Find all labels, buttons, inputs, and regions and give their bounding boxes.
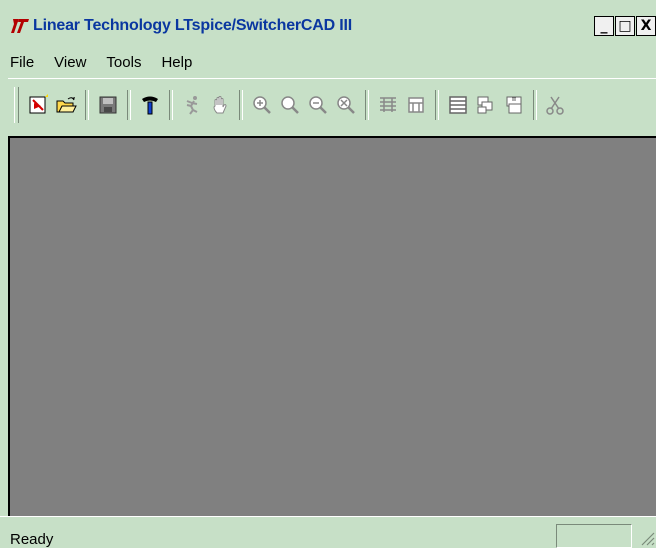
zoom-out-button[interactable] xyxy=(306,93,330,117)
tile-vertical-icon xyxy=(408,97,424,113)
toolbar-separator xyxy=(435,90,439,120)
toolbar-separator xyxy=(365,90,369,120)
cascade-windows-icon xyxy=(449,96,467,114)
menu-help[interactable]: Help xyxy=(159,54,194,71)
close-icon: X xyxy=(640,18,652,34)
toolbar-separator xyxy=(239,90,243,120)
arrange-icons-icon xyxy=(477,96,493,114)
mdi-client-area[interactable] xyxy=(8,136,656,516)
tile-horizontal-icon xyxy=(380,97,396,112)
run-icon xyxy=(186,96,198,115)
status-text: Ready xyxy=(10,531,54,548)
cut-icon xyxy=(546,96,564,115)
zoom-fit-icon xyxy=(337,96,355,114)
toolbar-separator xyxy=(85,90,89,120)
window-controls: _ □ X xyxy=(594,16,656,36)
cut-button[interactable] xyxy=(544,93,568,117)
toolbar-separator xyxy=(169,90,173,120)
maximize-icon: □ xyxy=(618,18,632,34)
zoom-area-button[interactable] xyxy=(278,93,302,117)
maximize-button[interactable]: □ xyxy=(615,16,635,36)
menu-view[interactable]: View xyxy=(52,54,88,71)
cascade-windows-button[interactable] xyxy=(446,93,470,117)
save-icon xyxy=(99,96,117,114)
toolbar-separator xyxy=(127,90,131,120)
zoom-in-button[interactable] xyxy=(250,93,274,117)
zoom-out-icon xyxy=(309,96,327,114)
zoom-in-icon xyxy=(253,96,271,114)
menu-tools[interactable]: Tools xyxy=(104,54,143,71)
tile-horizontal-button[interactable] xyxy=(376,93,400,117)
open-button[interactable] xyxy=(54,93,78,117)
close-all-icon xyxy=(506,96,522,114)
pan-hand-icon xyxy=(213,96,227,114)
resize-grip-icon[interactable] xyxy=(638,529,656,547)
tile-vertical-button[interactable] xyxy=(404,93,428,117)
minimize-icon: _ xyxy=(600,18,608,34)
control-panel-button[interactable] xyxy=(138,93,162,117)
lt-logo-icon xyxy=(10,16,30,36)
save-button[interactable] xyxy=(96,93,120,117)
new-schematic-button[interactable] xyxy=(26,93,50,117)
status-bar: Ready xyxy=(0,516,656,548)
open-folder-icon xyxy=(56,97,77,113)
window-title: Linear Technology LTspice/SwitcherCAD II… xyxy=(33,17,352,34)
minimize-button[interactable]: _ xyxy=(594,16,614,36)
app-window: Linear Technology LTspice/SwitcherCAD II… xyxy=(0,0,656,548)
close-all-button[interactable] xyxy=(502,93,526,117)
zoom-area-icon xyxy=(281,96,299,114)
toolbar xyxy=(8,82,656,128)
toolbar-grip[interactable] xyxy=(14,87,19,123)
toolbar-separator xyxy=(533,90,537,120)
status-panel xyxy=(556,524,632,548)
title-bar[interactable]: Linear Technology LTspice/SwitcherCAD II… xyxy=(8,12,656,40)
run-button[interactable] xyxy=(180,93,204,117)
close-button[interactable]: X xyxy=(636,16,656,36)
new-schematic-icon xyxy=(29,94,48,114)
control-panel-hammer-icon xyxy=(142,96,158,115)
pan-button[interactable] xyxy=(208,93,232,117)
arrange-icons-button[interactable] xyxy=(474,93,498,117)
menu-bar: File View Tools Help xyxy=(8,50,194,74)
menu-divider xyxy=(8,78,656,79)
zoom-fit-button[interactable] xyxy=(334,93,358,117)
menu-file[interactable]: File xyxy=(8,54,36,71)
